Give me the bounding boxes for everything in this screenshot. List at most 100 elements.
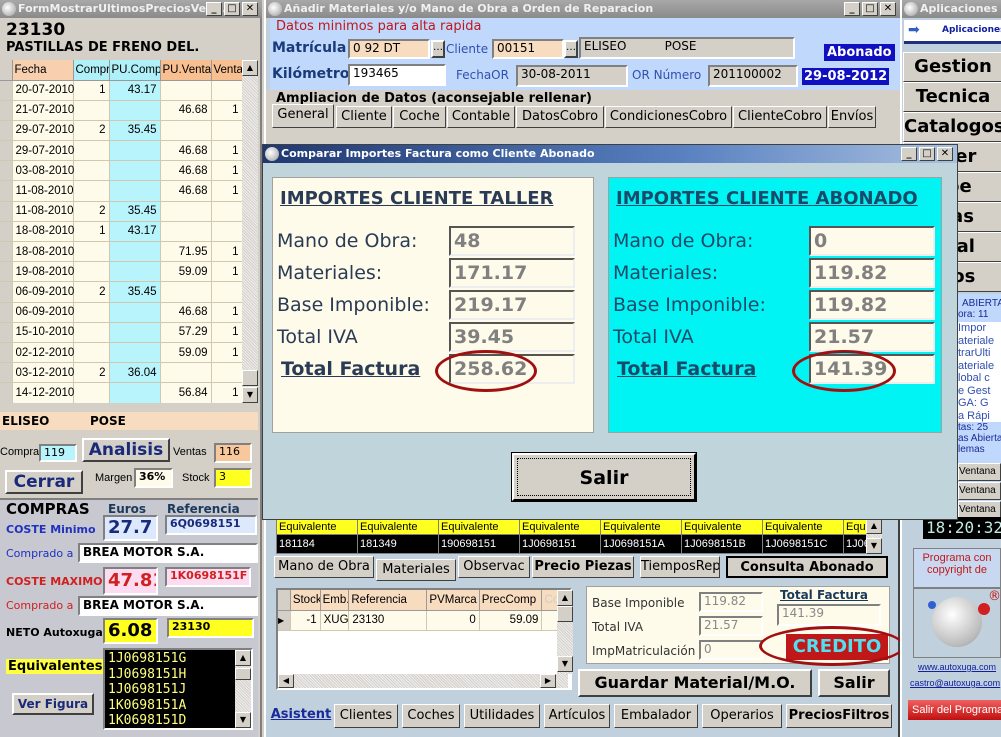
tab-clientecobro[interactable]: ClienteCobro — [733, 106, 827, 128]
scroll-down-arrow[interactable]: ▼ — [242, 387, 258, 403]
price-history-grid[interactable]: Fecha Compr. PU.Compr PU.Venta Venta 20-… — [0, 60, 242, 403]
row-selector[interactable] — [0, 362, 13, 384]
row-selector[interactable] — [0, 221, 13, 243]
bottom-tab-preciosfiltros[interactable]: PreciosFiltros — [786, 704, 892, 728]
cliente-field[interactable]: 00151 — [492, 39, 564, 59]
row-selector[interactable] — [0, 160, 13, 182]
minimize-button[interactable]: _ — [844, 2, 860, 16]
scroll-thumb[interactable] — [235, 668, 251, 680]
tab-coche[interactable]: Coche — [393, 106, 446, 128]
tab-observac[interactable]: Observac — [458, 556, 530, 578]
price-history-scrollbar[interactable]: ▲ ▼ — [242, 60, 258, 403]
bottom-tab-artículos[interactable]: Artículos — [544, 704, 610, 728]
close-button[interactable]: ✕ — [242, 2, 258, 16]
coste-minimo-ref[interactable]: 6Q0698151 — [165, 515, 257, 535]
col-pu-compra[interactable]: PU.Compr — [109, 60, 161, 81]
bottom-tab-asistent[interactable]: Asistent — [270, 704, 332, 728]
scroll-up-arrow[interactable]: ▲ — [866, 518, 882, 534]
history-row[interactable]: 03-08-2010 46.68 1 — [0, 160, 242, 182]
tab-precio-piezas[interactable]: Precio Piezas — [532, 556, 634, 578]
bottom-tab-embalador[interactable]: Embalador — [614, 704, 698, 728]
equivalentes-strip-scrollbar[interactable]: ▲ ▼ — [866, 518, 882, 554]
tab-datoscobro[interactable]: DatosCobro — [516, 106, 604, 128]
compare-salir-button[interactable]: Salir — [511, 452, 697, 502]
scroll-left-arrow[interactable]: ◀ — [278, 674, 294, 688]
side-menu-item[interactable]: Tecnica — [903, 82, 1001, 112]
tab-materiales[interactable]: Materiales — [376, 559, 456, 581]
history-row[interactable]: 06-09-2010 2 35.45 — [0, 281, 242, 303]
history-row[interactable]: 18-08-2010 1 43.17 — [0, 221, 242, 243]
stock-field[interactable]: 3 — [214, 468, 252, 488]
mat-col-preccomp[interactable]: PrecComp — [479, 590, 543, 611]
materials-hscrollbar[interactable]: ◀ ▶ — [278, 674, 568, 688]
row-selector[interactable] — [0, 261, 13, 283]
row-selector[interactable] — [0, 241, 13, 263]
col-pu-venta[interactable]: PU.Venta — [160, 60, 212, 81]
tab-contable[interactable]: Contable — [447, 106, 515, 128]
equivalente-column[interactable]: Equivalente 190698151 — [439, 519, 520, 553]
compras-field[interactable]: 119 — [39, 444, 77, 462]
email-link[interactable]: castro@autoxuga.com — [910, 678, 1000, 688]
exit-program-button[interactable]: Salir del Programa — [908, 700, 1001, 720]
main-salir-button[interactable]: Salir — [818, 669, 890, 697]
history-row[interactable]: 18-08-2010 71.95 1 — [0, 241, 242, 263]
website-link[interactable]: www.autoxuga.com — [918, 662, 996, 672]
scroll-down-arrow[interactable]: ▼ — [557, 656, 573, 672]
history-row[interactable]: 11-08-2010 46.68 1 — [0, 180, 242, 202]
row-selector[interactable] — [0, 120, 13, 142]
equivalentes-list[interactable]: 1J0698151G 1J0698151H 1J0698151J 1K0698151A… — [103, 648, 253, 730]
matricula-field[interactable]: 0 92 DT — [348, 39, 430, 59]
scroll-up-arrow[interactable]: ▲ — [242, 60, 258, 76]
row-selector[interactable] — [0, 201, 13, 222]
mat-col-emb[interactable]: Emb. — [320, 590, 350, 611]
coste-maximo-ref[interactable]: 1K0698151F — [165, 567, 251, 587]
col-fecha[interactable]: Fecha — [12, 60, 74, 81]
row-selector[interactable] — [0, 322, 13, 343]
history-row[interactable]: 15-10-2010 57.29 1 — [0, 322, 242, 343]
history-row[interactable]: 14-12-2010 56.84 1 — [0, 382, 242, 403]
close-button[interactable]: ✕ — [880, 2, 896, 16]
row-selector[interactable] — [0, 382, 13, 403]
row-selector[interactable] — [0, 80, 13, 101]
col-compras[interactable]: Compr. — [73, 60, 110, 81]
aplicaciones-header[interactable]: ➡ Aplicaciones — [904, 20, 1001, 44]
mat-col-referencia[interactable]: Referencia — [348, 590, 428, 611]
tab-envíos[interactable]: Envíos — [828, 106, 876, 128]
history-row[interactable]: 19-08-2010 59.09 1 — [0, 261, 242, 283]
tab-general[interactable]: General — [272, 104, 334, 128]
matricula-lookup-button[interactable]: … — [431, 40, 445, 58]
history-row[interactable]: 20-07-2010 1 43.17 — [0, 80, 242, 101]
equivalente-item[interactable]: 1J0698151H — [108, 667, 248, 683]
activity-log[interactable]: Impor ateriale trarUlti ateriale lobal ce Ge… — [958, 322, 1001, 422]
ventas-field[interactable]: 116 — [214, 443, 252, 463]
equivalentes-scrollbar[interactable]: ▲ ▼ — [235, 650, 251, 728]
history-row[interactable]: 06-09-2010 46.68 1 — [0, 302, 242, 323]
minimize-button[interactable]: _ — [901, 147, 917, 161]
row-selector[interactable] — [0, 281, 13, 303]
equivalente-column[interactable]: Equivalente 1J0698151C — [763, 519, 844, 553]
ventana-button[interactable]: Ventana — [958, 482, 1001, 500]
equivalente-column[interactable]: Equivalente 181349 — [358, 519, 439, 553]
equivalente-column[interactable]: Equivalente 1J0698151A — [601, 519, 682, 553]
material-row[interactable]: ▶ -1 XUG 23130 0 59.09 — [278, 610, 561, 631]
row-selector[interactable] — [0, 180, 13, 202]
scroll-thumb[interactable] — [557, 606, 573, 622]
fecha-or-field[interactable]: 30-08-2011 — [516, 65, 628, 87]
bottom-tab-utilidades[interactable]: Utilidades — [464, 704, 540, 728]
row-selector[interactable] — [0, 342, 13, 364]
materials-vscrollbar[interactable]: ▲ ▼ — [557, 590, 573, 674]
row-selector[interactable] — [0, 100, 13, 121]
comprado-a-max-field[interactable]: BREA MOTOR S.A. — [78, 596, 258, 616]
cerrar-button[interactable]: Cerrar — [5, 470, 83, 494]
side-menu-item[interactable]: Catalogos — [903, 112, 1001, 142]
history-row[interactable]: 29-07-2010 2 35.45 — [0, 120, 242, 142]
comprado-a-min-field[interactable]: BREA MOTOR S.A. — [78, 543, 258, 563]
neto-autoxuga-value[interactable]: 6.08 — [103, 618, 158, 644]
maximize-button[interactable]: □ — [224, 2, 240, 16]
history-row[interactable]: 11-08-2010 2 35.45 — [0, 201, 242, 222]
history-row[interactable]: 03-12-2010 2 36.04 — [0, 362, 242, 384]
tab-condicionescobro[interactable]: CondicionesCobro — [605, 106, 732, 128]
history-row[interactable]: 21-07-2010 46.68 1 — [0, 100, 242, 121]
coste-maximo-value[interactable]: 47.81 — [103, 567, 158, 595]
aplicaciones-link[interactable]: Aplicaciones — [942, 25, 1001, 35]
